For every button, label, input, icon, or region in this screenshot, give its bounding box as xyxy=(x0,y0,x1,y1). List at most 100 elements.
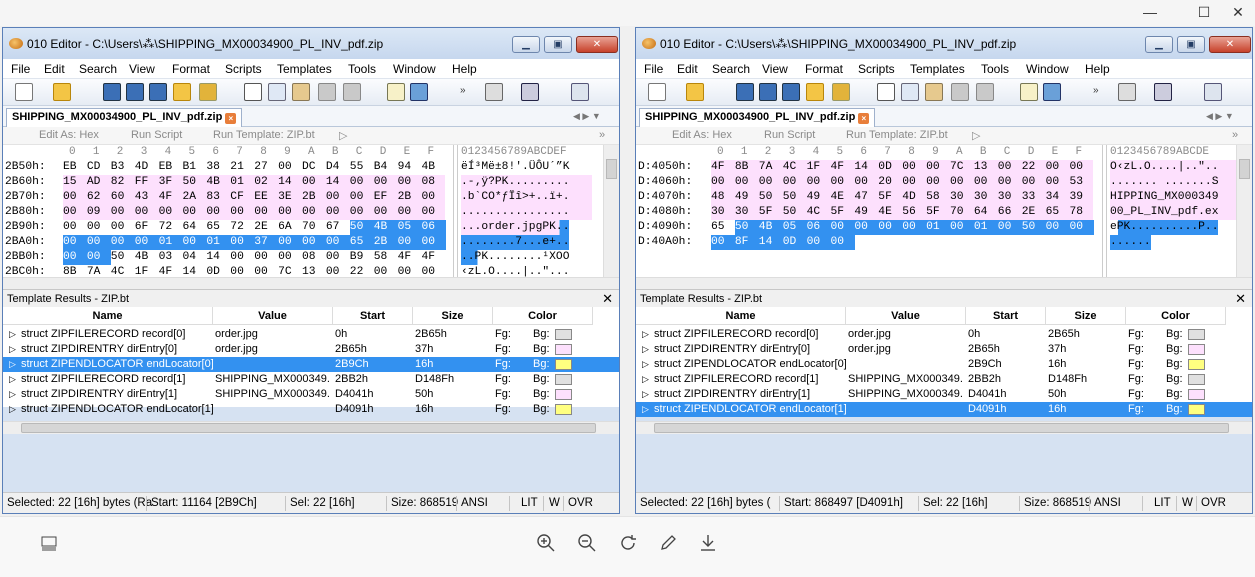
open-folder-icon[interactable] xyxy=(686,83,704,101)
hex-byte[interactable]: 50 xyxy=(111,250,135,265)
color-swatch[interactable] xyxy=(555,329,572,340)
hex-byte[interactable]: 21 xyxy=(230,160,254,175)
hex-byte[interactable]: 3F xyxy=(159,175,183,190)
download-icon[interactable] xyxy=(695,533,721,559)
expand-arrow-icon[interactable]: ▷ xyxy=(9,359,16,370)
hex-row[interactable]: 2BA0h: 00 00 00 00 01 00 01 00 37 00 00 00 65 2B 00 00..… xyxy=(3,235,603,250)
template-row[interactable]: ▷ struct ZIPENDLOCATOR endLocator[0] 2B9Ch… xyxy=(636,357,1252,372)
save-icon[interactable] xyxy=(103,83,121,101)
color-swatch[interactable] xyxy=(1188,359,1205,370)
hex-byte[interactable]: 00 xyxy=(350,175,374,190)
color-swatch[interactable] xyxy=(555,359,572,370)
hex-byte[interactable]: 00 xyxy=(831,175,855,190)
hex-byte[interactable]: 65 xyxy=(206,220,231,235)
menu-edit[interactable]: Edit xyxy=(677,62,698,76)
run-template-dropdown[interactable]: Run Template: ZIP.bt xyxy=(846,129,948,141)
menu-templates[interactable]: Templates xyxy=(277,62,332,76)
hex-byte[interactable]: 4C xyxy=(783,160,807,175)
hex-byte[interactable]: 15 xyxy=(63,175,87,190)
expand-arrow-icon[interactable]: ▷ xyxy=(642,344,649,355)
hex-byte[interactable]: 00 xyxy=(134,235,159,250)
hex-byte[interactable]: 00 xyxy=(950,175,974,190)
hex-byte[interactable]: 4B xyxy=(373,220,398,235)
expand-arrow-icon[interactable]: ▷ xyxy=(9,374,16,385)
hex-editor[interactable]: 0 1 2 3 4 5 6 7 8 9 A B C D E F 0123456789ABCDEF 2B50h: EB… xyxy=(3,144,619,308)
zoom-out-icon[interactable] xyxy=(574,533,600,559)
hex-byte[interactable]: 06 xyxy=(421,220,446,235)
hex-byte[interactable]: 00 xyxy=(135,205,159,220)
hex-byte[interactable]: 4F xyxy=(831,160,855,175)
column-header-name[interactable]: Name xyxy=(3,307,213,325)
hex-byte[interactable]: EF xyxy=(374,190,398,205)
menu-search[interactable]: Search xyxy=(79,62,117,76)
hex-byte[interactable]: CD xyxy=(87,160,111,175)
cut-icon[interactable] xyxy=(244,83,262,101)
hex-byte[interactable]: B3 xyxy=(111,160,135,175)
template-row[interactable]: ▷ struct ZIPENDLOCATOR endLocator[1] D4091… xyxy=(3,402,619,417)
hex-row[interactable]: 2B80h: 00 09 00 00 00 00 00 00 00 00 00 00 00 00 00 00..… xyxy=(3,205,603,220)
hex-byte[interactable]: 00 xyxy=(230,235,255,250)
copy-icon[interactable] xyxy=(901,83,919,101)
hex-byte[interactable]: 00 xyxy=(902,160,926,175)
run-script-dropdown[interactable]: Run Script xyxy=(131,129,182,141)
hex-byte[interactable]: 4F xyxy=(711,160,735,175)
hex-byte[interactable]: 00 xyxy=(206,205,230,220)
hex-byte[interactable]: 05 xyxy=(397,220,422,235)
hex-byte[interactable]: FF xyxy=(135,175,159,190)
window-minimize-button[interactable]: ▁ xyxy=(1145,36,1173,53)
hex-byte[interactable]: 58 xyxy=(374,250,398,265)
rotate-icon[interactable] xyxy=(615,533,641,559)
hex-byte[interactable]: 00 xyxy=(397,235,422,250)
hex-byte[interactable]: 50 xyxy=(783,205,807,220)
hex-byte[interactable]: 00 xyxy=(302,235,326,250)
hex-byte[interactable]: 4F xyxy=(422,250,446,265)
hex-byte[interactable]: 00 xyxy=(830,220,855,235)
hex-horizontal-scrollbar[interactable] xyxy=(636,277,1252,289)
hex-byte[interactable]: 00 xyxy=(806,235,831,250)
hex-byte[interactable]: 00 xyxy=(63,220,87,235)
hex-byte[interactable]: EE xyxy=(254,190,278,205)
template-horizontal-scrollbar[interactable] xyxy=(3,421,619,434)
menu-format[interactable]: Format xyxy=(172,62,210,76)
hex-byte[interactable]: 01 xyxy=(973,220,998,235)
file-tab[interactable]: SHIPPING_MX00034900_PL_INV_pdf.zip × xyxy=(6,108,243,127)
hex-byte[interactable]: 00 xyxy=(374,175,398,190)
hex-row[interactable]: D:4070h: 48 49 50 50 49 4E 47 5F 4D 58 30 30 30 33 34 39… xyxy=(636,190,1236,205)
menu-scripts[interactable]: Scripts xyxy=(858,62,895,76)
hex-byte[interactable]: 37 xyxy=(254,235,279,250)
hex-byte[interactable]: 00 xyxy=(110,235,135,250)
tab-close-icon[interactable]: × xyxy=(858,113,870,124)
menu-tools[interactable]: Tools xyxy=(981,62,1009,76)
hex-byte[interactable]: 00 xyxy=(230,205,254,220)
edit-as-dropdown[interactable]: Edit As: Hex xyxy=(672,129,732,141)
hex-byte[interactable]: 30 xyxy=(950,190,974,205)
color-swatch[interactable] xyxy=(555,389,572,400)
hex-row[interactable]: D:4050h: 4F 8B 7A 4C 1F 4F 14 0D 00 00 7C 13 00 22 00 00… xyxy=(636,160,1236,175)
hex-byte[interactable]: EB xyxy=(63,160,87,175)
hex-byte[interactable]: 50 xyxy=(783,190,807,205)
hex-byte[interactable]: 00 xyxy=(230,250,254,265)
hex-byte[interactable]: 4B xyxy=(135,250,159,265)
hex-byte[interactable]: 14 xyxy=(854,160,878,175)
color-swatch[interactable] xyxy=(1188,329,1205,340)
hex-byte[interactable]: 00 xyxy=(421,235,446,250)
hex-byte[interactable]: 00 xyxy=(86,220,111,235)
color-swatch[interactable] xyxy=(1188,404,1205,415)
hex-byte[interactable]: 70 xyxy=(302,220,326,235)
font-icon[interactable] xyxy=(521,83,539,101)
color-swatch[interactable] xyxy=(1188,389,1205,400)
hex-byte[interactable]: 00 xyxy=(783,175,807,190)
hex-byte[interactable]: 2E xyxy=(254,220,279,235)
hex-byte[interactable]: 66 xyxy=(998,205,1022,220)
hex-byte[interactable] xyxy=(950,235,974,250)
hex-byte[interactable]: 00 xyxy=(926,175,950,190)
hex-byte[interactable]: 6A xyxy=(278,220,303,235)
hex-byte[interactable]: 00 xyxy=(1046,160,1070,175)
hex-byte[interactable]: 53 xyxy=(1070,175,1094,190)
hex-byte[interactable]: 00 xyxy=(974,175,998,190)
hex-byte[interactable]: 00 xyxy=(926,160,950,175)
hex-byte[interactable]: DC xyxy=(302,160,326,175)
run-script-dropdown[interactable]: Run Script xyxy=(764,129,815,141)
save-as-icon[interactable] xyxy=(759,83,777,101)
paste-icon[interactable] xyxy=(925,83,943,101)
